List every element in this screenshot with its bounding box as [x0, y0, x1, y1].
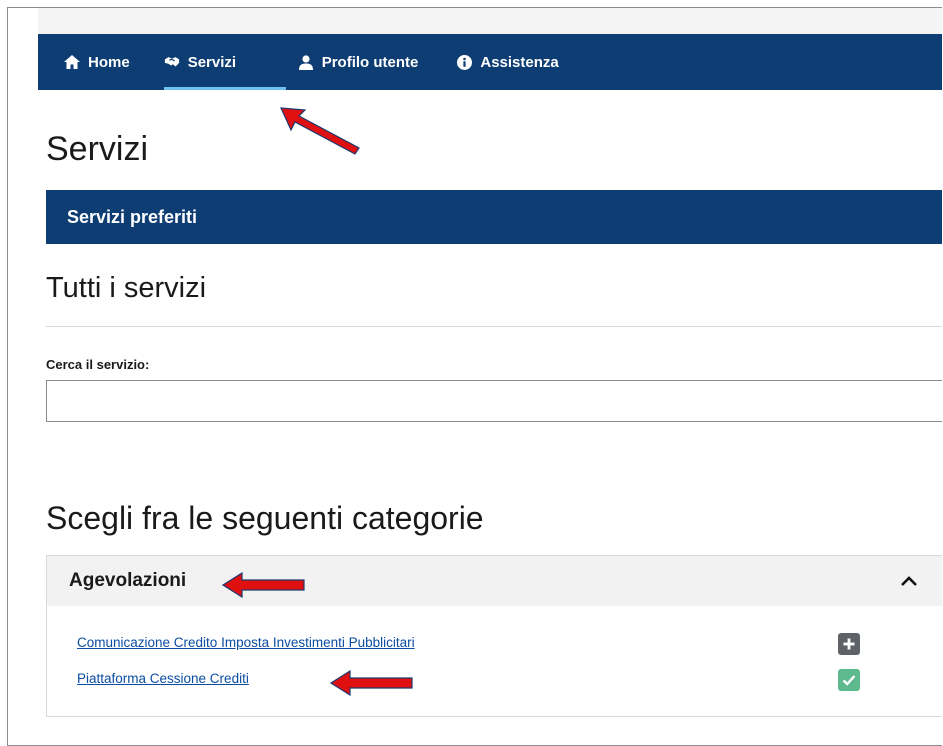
info-icon [456, 54, 472, 70]
servizi-preferiti-label: Servizi preferiti [67, 206, 198, 227]
browser-frame: Home Servizi Profilo utente Assistenza S… [7, 7, 942, 746]
main-navbar: Home Servizi Profilo utente Assistenza [38, 34, 942, 90]
plus-icon [843, 638, 855, 650]
search-input[interactable] [46, 380, 942, 422]
accordion-header[interactable]: Agevolazioni [47, 556, 942, 606]
handshake-icon [164, 54, 180, 70]
nav-servizi-label: Servizi [187, 53, 237, 71]
all-services-heading: Tutti i servizi [46, 272, 207, 304]
servizi-preferiti-bar[interactable]: Servizi preferiti [46, 190, 942, 244]
service-link-comunicazione-credito[interactable]: Comunicazione Credito Imposta Investimen… [77, 635, 415, 650]
check-icon [842, 675, 856, 686]
nav-profilo-utente[interactable]: Profilo utente [298, 34, 419, 90]
nav-assistenza[interactable]: Assistenza [456, 34, 559, 90]
home-icon [64, 54, 80, 70]
service-link-piattaforma-cessione[interactable]: Piattaforma Cessione Crediti [77, 671, 249, 686]
add-favorite-button[interactable] [838, 633, 860, 655]
section-divider [46, 326, 942, 327]
accordion-agevolazioni: Agevolazioni Comunicazione Credito Impos… [46, 555, 942, 717]
annotation-arrow-piattaforma [330, 670, 413, 696]
annotation-arrow-servizi [280, 107, 360, 155]
page-title: Servizi [46, 130, 149, 168]
accordion-title: Agevolazioni [69, 570, 187, 591]
nav-servizi[interactable]: Servizi [163, 34, 286, 90]
chevron-up-icon[interactable] [900, 572, 918, 590]
favorite-added-button[interactable] [838, 669, 860, 691]
categories-heading: Scegli fra le seguenti categorie [46, 500, 484, 536]
user-icon [298, 54, 314, 70]
nav-assistenza-label: Assistenza [480, 53, 559, 71]
nav-home[interactable]: Home [64, 34, 130, 90]
nav-home-label: Home [88, 53, 130, 71]
annotation-arrow-agevolazioni [222, 572, 305, 598]
search-label: Cerca il servizio: [46, 357, 150, 372]
nav-profilo-label: Profilo utente [321, 53, 419, 71]
top-strip [38, 8, 942, 34]
